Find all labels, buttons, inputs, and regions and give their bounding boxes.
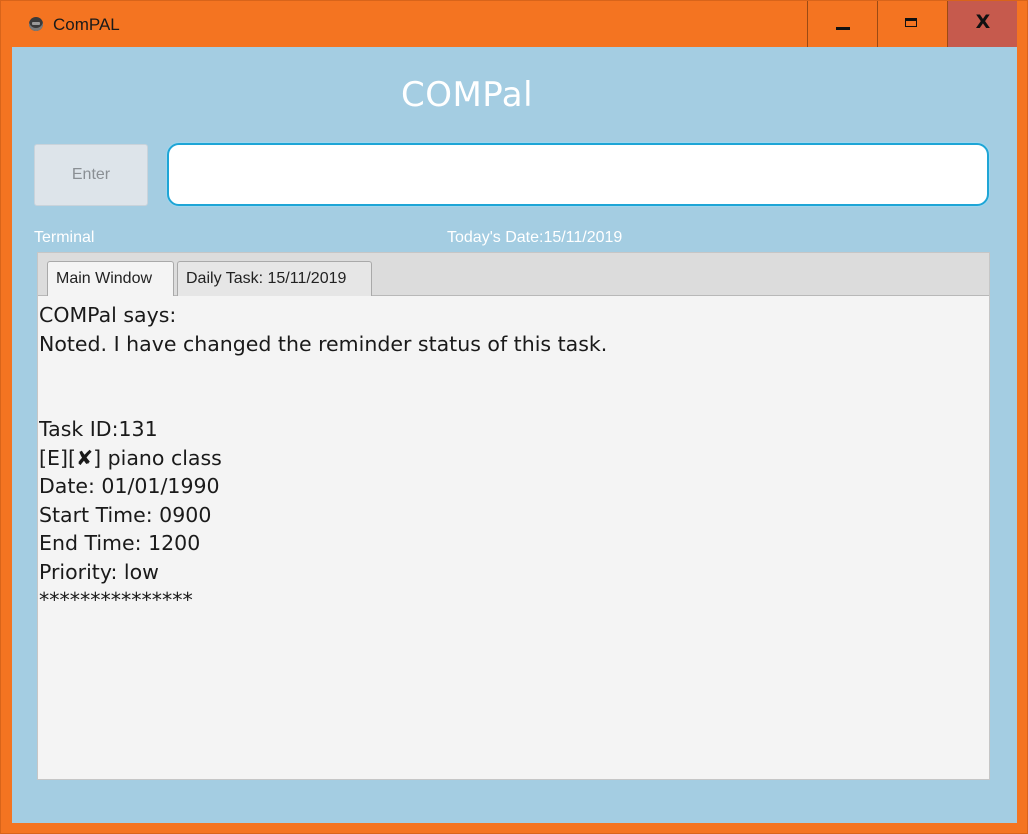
close-icon: X: [975, 11, 991, 33]
close-button[interactable]: X: [947, 1, 1017, 47]
main-panel: COMPal Enter Terminal Today's Date:15/11…: [12, 47, 1017, 823]
tab-pane: Main Window Daily Task: 15/11/2019 COMPa…: [37, 252, 990, 780]
output-line: Start Time: 0900: [39, 502, 212, 527]
title-bar[interactable]: ComPAL X: [1, 1, 1027, 47]
minimize-button[interactable]: [807, 1, 877, 47]
app-window: ComPAL X COMPal Enter Terminal Today's D…: [0, 0, 1028, 834]
output-line: ***************: [39, 588, 193, 612]
maximize-button[interactable]: [877, 1, 947, 47]
todays-date-label: Today's Date:15/11/2019: [447, 229, 623, 246]
terminal-label: Terminal: [34, 229, 95, 246]
tab-header: Main Window Daily Task: 15/11/2019: [38, 253, 989, 296]
output-line: COMPal says:: [39, 303, 177, 327]
app-heading: COMPal: [400, 75, 534, 115]
output-line: Date: 01/01/1990: [39, 474, 220, 498]
minimize-icon: [836, 27, 850, 30]
output-line: [E][✘] piano class: [39, 445, 222, 470]
output-line: Priority: low: [39, 559, 159, 584]
command-input[interactable]: [167, 143, 989, 206]
output-line: Task ID:131: [39, 417, 158, 441]
output-line: End Time: 1200: [39, 531, 201, 555]
tab-daily-task[interactable]: Daily Task: 15/11/2019: [177, 261, 372, 296]
output-line: Noted. I have changed the reminder statu…: [39, 331, 608, 356]
enter-button[interactable]: Enter: [34, 144, 148, 206]
app-icon: [29, 17, 43, 31]
maximize-icon: [905, 18, 917, 27]
terminal-output[interactable]: COMPal says: Noted. I have changed the r…: [39, 301, 979, 771]
window-title: ComPAL: [53, 15, 120, 34]
tab-main-window[interactable]: Main Window: [47, 261, 174, 296]
